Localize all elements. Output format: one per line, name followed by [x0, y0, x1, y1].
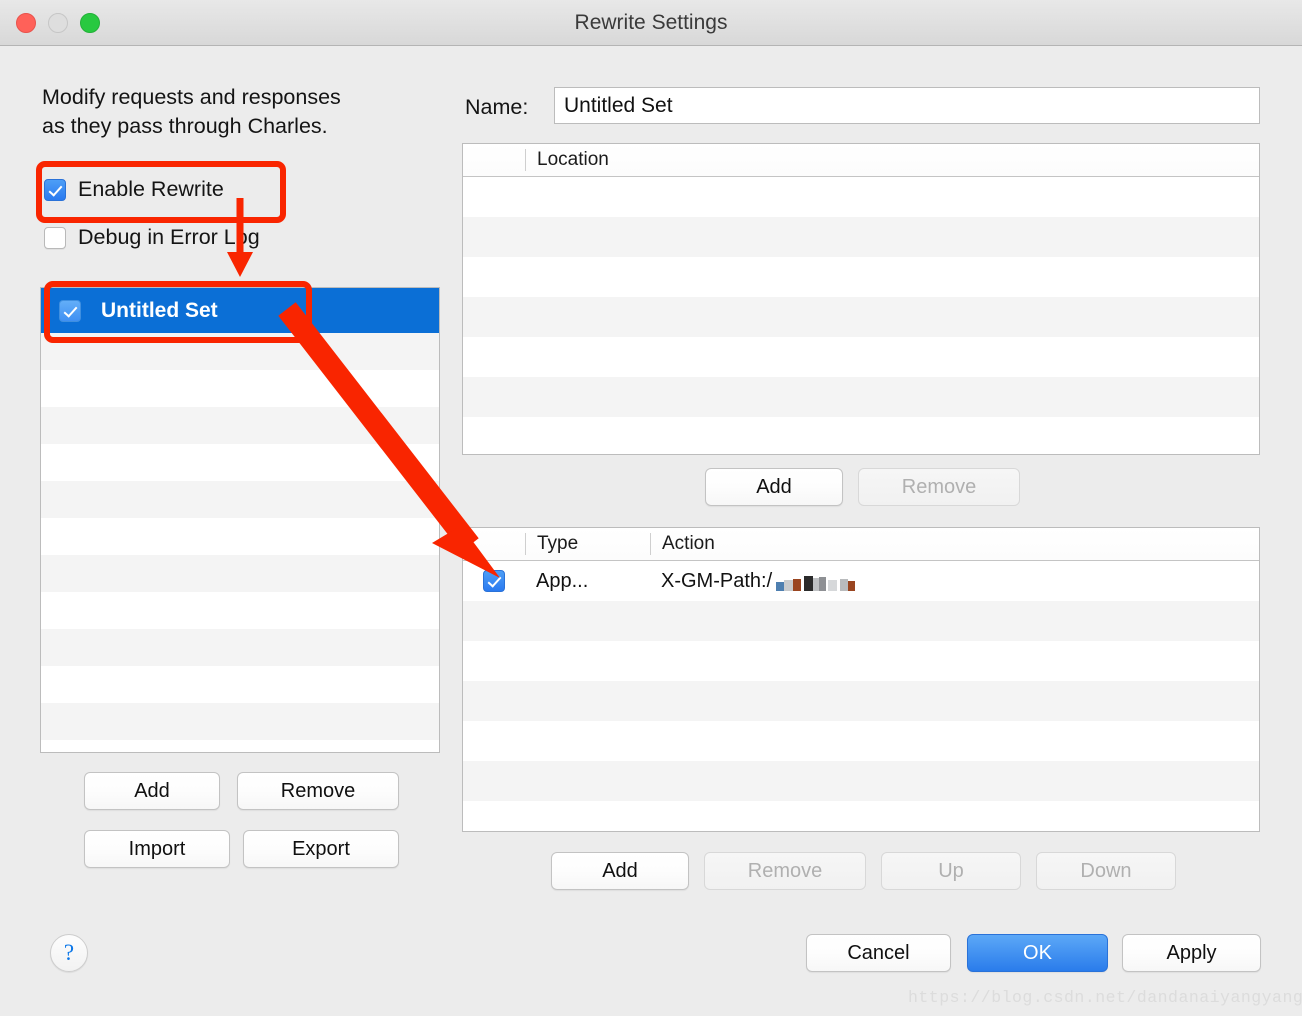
rules-down-button: Down: [1036, 852, 1176, 890]
rules-table-empty-row[interactable]: [463, 761, 1259, 801]
watermark-text: https://blog.csdn.net/dandanaiyangyang: [908, 988, 1302, 1007]
rule-enabled-checkbox[interactable]: [483, 570, 505, 592]
location-table-body: [463, 177, 1259, 454]
location-add-button[interactable]: Add: [705, 468, 843, 506]
set-list-empty-row[interactable]: [41, 740, 439, 752]
location-table-header: Location: [463, 144, 1259, 177]
question-mark-icon: ?: [63, 940, 75, 965]
rules-table-body: App... X-GM-Path:/: [463, 561, 1259, 831]
rules-remove-button: Remove: [704, 852, 866, 890]
rules-col-check: [463, 533, 525, 555]
name-field-label: Name:: [465, 95, 529, 119]
rules-col-type: Type: [525, 533, 650, 555]
location-table-row[interactable]: [463, 377, 1259, 417]
enable-rewrite-checkbox-row[interactable]: Enable Rewrite: [44, 177, 224, 202]
location-remove-button: Remove: [858, 468, 1020, 506]
location-table-row[interactable]: [463, 217, 1259, 257]
location-col-check: [463, 149, 525, 171]
set-list-empty-row[interactable]: [41, 666, 439, 703]
set-list-empty-row[interactable]: [41, 407, 439, 444]
name-input[interactable]: Untitled Set: [554, 87, 1260, 124]
rule-action-text: X-GM-Path:/: [661, 569, 773, 592]
rules-table-empty-row[interactable]: [463, 681, 1259, 721]
location-table[interactable]: Location: [462, 143, 1260, 455]
rewrite-set-list[interactable]: Untitled Set: [40, 287, 440, 753]
rules-table-empty-row[interactable]: [463, 601, 1259, 641]
rules-up-button: Up: [881, 852, 1021, 890]
rule-enabled-checkbox-cell[interactable]: [463, 570, 525, 592]
ok-button[interactable]: OK: [967, 934, 1108, 972]
set-list-empty-row[interactable]: [41, 629, 439, 666]
set-remove-button[interactable]: Remove: [237, 772, 399, 810]
rule-action-cell: X-GM-Path:/: [650, 570, 1259, 593]
set-list-empty-row[interactable]: [41, 555, 439, 592]
rules-table-row[interactable]: App... X-GM-Path:/: [463, 561, 1259, 601]
set-item-checkbox[interactable]: [59, 299, 81, 322]
apply-button[interactable]: Apply: [1122, 934, 1261, 972]
rules-add-button[interactable]: Add: [551, 852, 689, 890]
rules-table-header: Type Action: [463, 528, 1259, 561]
rule-type-cell: App...: [536, 569, 589, 592]
rules-table[interactable]: Type Action App... X-GM-Path:/: [462, 527, 1260, 832]
debug-error-log-checkbox[interactable]: [44, 226, 66, 249]
location-col-location: Location: [525, 149, 1259, 171]
location-table-row[interactable]: [463, 417, 1259, 454]
window-title: Rewrite Settings: [574, 11, 728, 34]
rules-table-empty-row[interactable]: [463, 801, 1259, 831]
set-export-button[interactable]: Export: [243, 830, 399, 868]
set-item-label: Untitled Set: [101, 298, 218, 322]
set-list-empty-row[interactable]: [41, 481, 439, 518]
set-list-empty-row[interactable]: [41, 592, 439, 629]
set-list-empty-row[interactable]: [41, 444, 439, 481]
redacted-pixelation-icon: [776, 574, 866, 591]
rules-table-empty-row[interactable]: [463, 641, 1259, 681]
location-table-row[interactable]: [463, 257, 1259, 297]
set-list-empty-row[interactable]: [41, 333, 439, 370]
set-list-empty-row[interactable]: [41, 518, 439, 555]
location-table-row[interactable]: [463, 297, 1259, 337]
help-button[interactable]: ?: [50, 934, 88, 972]
debug-error-log-label: Debug in Error Log: [78, 225, 260, 249]
rules-table-empty-row[interactable]: [463, 721, 1259, 761]
set-list-empty-row[interactable]: [41, 370, 439, 407]
location-table-row[interactable]: [463, 337, 1259, 377]
panel-description: Modify requests and responses as they pa…: [42, 85, 341, 138]
set-list-empty-row[interactable]: [41, 703, 439, 740]
enable-rewrite-label: Enable Rewrite: [78, 177, 224, 201]
debug-error-log-checkbox-row[interactable]: Debug in Error Log: [44, 225, 260, 250]
cancel-button[interactable]: Cancel: [806, 934, 951, 972]
set-list-stripes: [41, 288, 439, 752]
rewrite-settings-window: Rewrite Settings Modify requests and res…: [0, 0, 1302, 1016]
window-titlebar: Rewrite Settings: [0, 0, 1302, 46]
enable-rewrite-checkbox[interactable]: [44, 178, 66, 201]
set-list-item-untitled-set[interactable]: Untitled Set: [41, 288, 439, 333]
set-add-button[interactable]: Add: [84, 772, 220, 810]
set-import-button[interactable]: Import: [84, 830, 230, 868]
rules-col-action: Action: [650, 533, 1259, 555]
location-table-row[interactable]: [463, 177, 1259, 217]
